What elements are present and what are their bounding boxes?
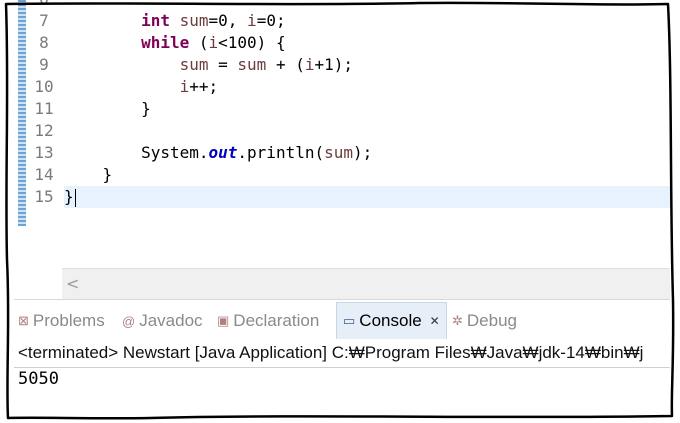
javadoc-icon: @ (122, 313, 136, 329)
code-line[interactable]: while (i<100) { (64, 32, 670, 54)
tab-debug[interactable]: ✲ Debug (452, 306, 517, 336)
scroll-left-icon[interactable]: < (66, 274, 79, 293)
code-token: =0, (208, 11, 248, 30)
console-view: <terminated> Newstart [Java Application]… (14, 339, 670, 419)
horizontal-scrollbar[interactable]: < (62, 268, 670, 299)
code-token: } (64, 187, 74, 206)
line-number: 11 (34, 99, 54, 118)
tab-label: Console (359, 311, 422, 330)
line-number: 13 (34, 143, 54, 162)
code-token: i (208, 33, 219, 52)
code-line[interactable]: i++; (64, 76, 670, 98)
code-token: =0; (256, 11, 286, 30)
line-number: 9 (39, 55, 49, 74)
code-token: <100) { (218, 33, 286, 52)
code-token: ( (189, 33, 209, 52)
code-editor[interactable]: 6789101112131415 int sum=0, i=0; while (… (14, 0, 670, 268)
line-number: 15 (34, 187, 54, 206)
code-line[interactable] (64, 120, 670, 142)
debug-icon: ✲ (452, 313, 463, 328)
code-token: = (208, 55, 238, 74)
code-token: ); (353, 143, 373, 162)
code-token: sum (324, 143, 354, 162)
declaration-icon: ▣ (217, 313, 230, 328)
tab-label: Javadoc (139, 311, 203, 330)
code-token: while (141, 33, 190, 52)
code-line[interactable] (64, 0, 670, 10)
line-number: 7 (39, 11, 49, 30)
bottom-panel-tabs: ⊠ Problems @ Javadoc ▣ Declaration ▭ Console ✕ ✲ D… (14, 299, 670, 340)
tab-declaration[interactable]: ▣ Declaration (217, 306, 319, 336)
line-number: 12 (34, 121, 54, 140)
line-number: 8 (39, 33, 49, 52)
code-token: sum (237, 55, 267, 74)
code-token: i (247, 11, 257, 30)
code-token: +1); (314, 55, 354, 74)
line-number-gutter: 67 8 9 10 11 12 13 14 15 (26, 0, 62, 268)
code-token: ++; (189, 77, 219, 96)
tab-label: Debug (466, 311, 518, 330)
overview-ruler (18, 0, 26, 226)
code-area[interactable]: int sum=0, i=0; while (i<100) { sum = su… (64, 0, 670, 268)
code-line-current[interactable]: } (64, 186, 670, 208)
line-number: 10 (34, 77, 54, 96)
tab-problems[interactable]: ⊠ Problems (18, 306, 105, 336)
code-token: } (64, 165, 113, 184)
code-line[interactable]: sum = sum + (i+1); (64, 54, 670, 76)
console-output: 5050 (18, 369, 59, 389)
code-token: + ( (266, 55, 305, 74)
code-line[interactable]: } (64, 164, 670, 186)
code-token: out (208, 143, 238, 162)
console-icon: ▭ (343, 313, 356, 328)
code-token: sum (179, 11, 209, 30)
problems-icon: ⊠ (18, 313, 29, 328)
text-caret (74, 188, 76, 207)
tab-label: Declaration (233, 311, 320, 330)
line-number: 14 (34, 165, 54, 184)
code-token: i (179, 77, 190, 96)
code-line[interactable]: int sum=0, i=0; (64, 10, 670, 32)
tab-console[interactable]: ▭ Console ✕ (336, 302, 447, 339)
code-line[interactable]: System.out.println(sum); (64, 142, 670, 164)
close-icon[interactable]: ✕ (430, 314, 440, 328)
code-token: } (64, 99, 151, 118)
console-divider (14, 367, 670, 368)
code-token: .println( (237, 143, 325, 162)
tab-javadoc[interactable]: @ Javadoc (122, 306, 203, 336)
code-line[interactable]: } (64, 98, 670, 120)
line-number: 6 (26, 0, 62, 10)
code-token: System. (64, 143, 209, 162)
code-token: sum (179, 55, 209, 74)
code-token: int (141, 11, 170, 30)
tab-label: Problems (32, 311, 105, 330)
editor-corner (14, 268, 62, 298)
console-status-line: <terminated> Newstart [Java Application]… (18, 343, 644, 362)
